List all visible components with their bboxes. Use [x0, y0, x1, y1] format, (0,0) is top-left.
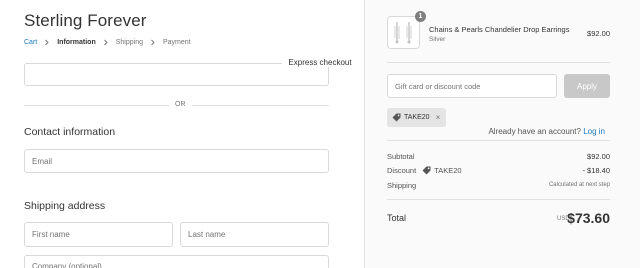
chevron-right-icon [148, 39, 158, 46]
close-icon[interactable]: × [436, 113, 441, 122]
subtotal-value: $92.00 [587, 152, 610, 161]
applied-code-text: TAKE20 [404, 114, 430, 121]
tag-icon [422, 166, 431, 175]
summary-divider [387, 62, 610, 63]
total-value: $73.60 [567, 210, 610, 226]
summary-divider [387, 140, 610, 141]
discount-row: Discount TAKE20 [387, 166, 462, 175]
discount-value: - $18.40 [582, 166, 610, 175]
shipping-value: Calculated at next step [548, 182, 610, 188]
breadcrumb-cart[interactable]: Cart [24, 39, 37, 46]
product-thumbnail [387, 16, 420, 49]
product-variant: Silver [429, 36, 446, 43]
shipping-label: Shipping [387, 181, 417, 190]
summary-divider [387, 199, 610, 200]
tag-icon [392, 113, 401, 122]
subtotal-label: Subtotal [387, 152, 415, 161]
applied-code-tag: TAKE20 × [387, 108, 447, 127]
earrings-icon [394, 22, 412, 44]
discount-code-input[interactable]: Gift card or discount code [387, 74, 557, 98]
total-label: Total [387, 213, 407, 223]
discount-label: Discount [387, 166, 417, 175]
last-name-field[interactable]: Last name [180, 222, 329, 247]
first-name-field[interactable]: First name [24, 222, 173, 247]
account-prompt: Already have an account? Log in [488, 127, 605, 136]
chevron-right-icon [101, 39, 111, 46]
discount-code: TAKE20 [434, 166, 462, 175]
apply-button[interactable]: Apply [564, 74, 610, 98]
store-name[interactable]: Sterling Forever [24, 11, 147, 31]
or-text: OR [169, 101, 192, 108]
breadcrumb-information: Information [57, 39, 96, 46]
product-price: $92.00 [587, 29, 610, 38]
shipping-title: Shipping address [24, 200, 106, 212]
express-checkout-text: Express checkout [282, 58, 358, 67]
chevron-right-icon [42, 39, 52, 46]
login-link[interactable]: Log in [583, 127, 605, 136]
product-name: Chains & Pearls Chandelier Drop Earrings [429, 25, 570, 34]
company-field[interactable]: Company (optional) [24, 255, 329, 268]
quantity-badge: 1 [415, 11, 426, 22]
contact-title: Contact information [24, 126, 116, 138]
email-field[interactable]: Email [24, 149, 329, 173]
breadcrumb-shipping: Shipping [115, 39, 143, 46]
account-prompt-text: Already have an account? [488, 127, 581, 136]
breadcrumb: Cart Information Shipping Payment [24, 39, 191, 46]
breadcrumb-payment: Payment [162, 39, 191, 46]
